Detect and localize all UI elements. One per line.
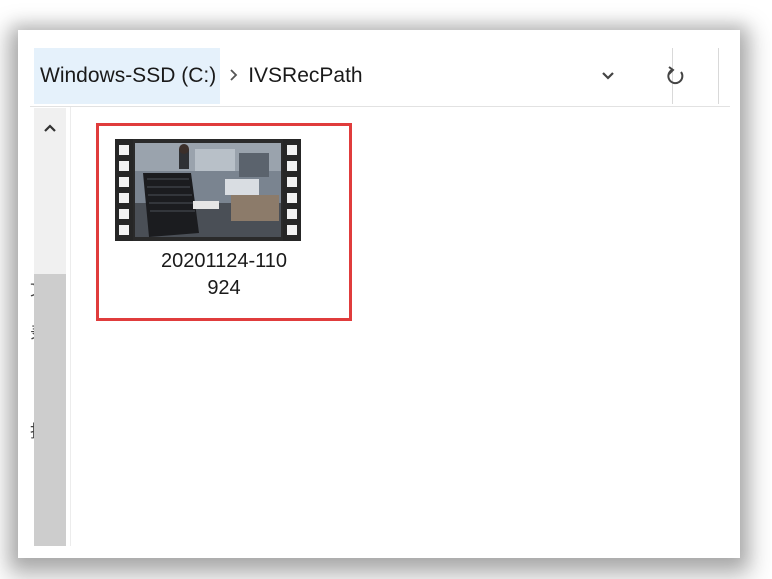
scroll-up-button[interactable] — [34, 108, 66, 148]
toolbar-divider — [718, 48, 719, 104]
breadcrumb-separator-icon[interactable] — [222, 68, 244, 84]
address-bar[interactable]: Windows-SSD (C:) IVSRecPath — [34, 48, 673, 104]
file-name-line-2: 924 — [207, 277, 241, 299]
chevron-down-icon — [602, 72, 614, 80]
file-name-label[interactable]: 20201124-110 924 — [99, 248, 349, 302]
refresh-button[interactable] — [654, 48, 698, 104]
breadcrumb-root-label: Windows-SSD (C:) — [40, 64, 217, 87]
address-bar-row: Windows-SSD (C:) IVSRecPath — [30, 48, 730, 107]
video-thumbnail — [115, 139, 301, 241]
file-item-video[interactable]: 20201124-110 924 — [96, 123, 352, 321]
breadcrumb-current-folder[interactable]: IVSRecPath — [248, 64, 362, 88]
nav-scrollbar-thumb[interactable] — [34, 274, 66, 546]
breadcrumb-root[interactable]: Windows-SSD (C:) — [34, 48, 221, 104]
refresh-icon — [667, 66, 684, 85]
address-history-dropdown[interactable] — [590, 48, 626, 104]
file-name-line-1: 20201124-110 — [160, 250, 288, 272]
file-explorer-window: Windows-SSD (C:) IVSRecPath 文 录 批 — [30, 48, 730, 546]
video-frame-image — [135, 143, 281, 237]
film-strip-left — [115, 139, 133, 241]
film-strip-right — [283, 139, 301, 241]
chevron-up-icon — [44, 124, 56, 132]
